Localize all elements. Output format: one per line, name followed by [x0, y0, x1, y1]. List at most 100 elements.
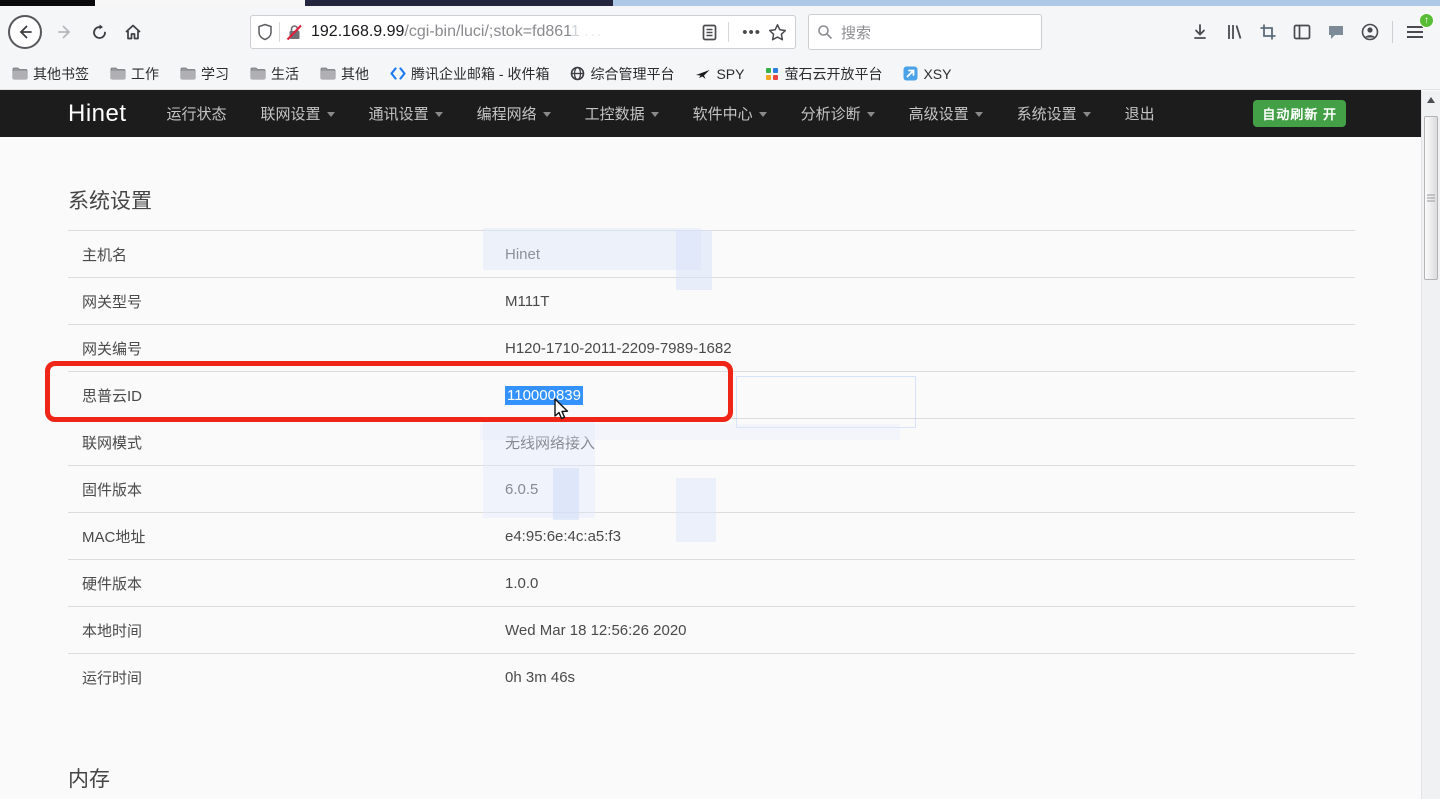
row-label: 固件版本 — [82, 479, 505, 500]
folder-icon — [12, 67, 28, 80]
back-button[interactable] — [8, 15, 42, 49]
page-actions-button[interactable]: ••• — [742, 24, 761, 41]
library-button[interactable] — [1217, 17, 1251, 47]
nav-item-label: 系统设置 — [1017, 103, 1077, 124]
home-button[interactable] — [116, 15, 150, 49]
chevron-down-icon — [759, 112, 767, 117]
window-top-strip — [0, 0, 1440, 6]
nav-item[interactable]: 分析诊断 — [801, 103, 875, 124]
bookmark-item[interactable]: SPY — [695, 66, 744, 82]
nav-item-label: 分析诊断 — [801, 103, 861, 124]
browser-toolbar: 192.168.9.99/cgi-bin/luci/;stok=fd8611 .… — [0, 6, 1440, 58]
url-text[interactable]: 192.168.9.99/cgi-bin/luci/;stok=fd8611 .… — [311, 23, 701, 41]
update-badge-icon: ↑ — [1419, 13, 1434, 28]
bookmark-item[interactable]: 综合管理平台 — [570, 64, 674, 84]
nav-item[interactable]: 工控数据 — [585, 103, 659, 124]
account-button[interactable] — [1353, 17, 1387, 47]
bookmark-label: 综合管理平台 — [590, 64, 674, 84]
download-icon — [1191, 23, 1209, 41]
nav-item[interactable]: 运行状态 — [167, 103, 227, 124]
folder-icon — [320, 67, 336, 80]
nav-item[interactable]: 退出 — [1125, 103, 1155, 124]
insecure-lock-icon[interactable] — [286, 24, 303, 41]
search-icon — [817, 24, 833, 40]
reload-icon — [91, 24, 108, 41]
scrollbar[interactable] — [1421, 91, 1440, 799]
toolbar-icons: ↑ — [1183, 17, 1432, 47]
bookmark-star-icon[interactable] — [768, 23, 787, 42]
bookmark-item[interactable]: 其他书签 — [12, 64, 89, 84]
pocket-button[interactable] — [1319, 17, 1353, 47]
scrollbar-up-arrow[interactable] — [1422, 91, 1440, 108]
nav-item-label: 通讯设置 — [369, 103, 429, 124]
tracking-shield-icon[interactable] — [257, 23, 273, 41]
nav-item[interactable]: 系统设置 — [1017, 103, 1091, 124]
bookmark-item[interactable]: 腾讯企业邮箱 - 收件箱 — [390, 64, 549, 84]
nav-item-label: 运行状态 — [167, 103, 227, 124]
selected-text[interactable]: 110000839 — [505, 386, 583, 405]
bookmark-label: 其他 — [341, 64, 369, 84]
memory-section-title: 内存 — [68, 763, 1355, 799]
bookmark-item[interactable]: 其他 — [320, 64, 369, 84]
reload-button[interactable] — [82, 15, 116, 49]
chevron-down-icon — [1083, 112, 1091, 117]
system-settings-table: 主机名Hinet网关型号M111T网关编号H120-1710-2011-2209… — [68, 230, 1355, 701]
auto-refresh-toggle[interactable]: 自动刷新 开 — [1253, 100, 1346, 127]
bookmark-item[interactable]: 学习 — [180, 64, 229, 84]
row-value: 无线网络接入 — [505, 432, 595, 453]
chevron-down-icon — [543, 112, 551, 117]
screenshot-button[interactable] — [1251, 17, 1285, 47]
tencent-mail-icon — [390, 67, 406, 80]
row-label: 硬件版本 — [82, 573, 505, 594]
url-bar[interactable]: 192.168.9.99/cgi-bin/luci/;stok=fd8611 .… — [250, 15, 796, 49]
table-row: 硬件版本1.0.0 — [68, 560, 1355, 607]
scrollbar-thumb[interactable] — [1424, 116, 1438, 280]
plane-icon — [695, 67, 711, 81]
bookmark-item[interactable]: 工作 — [110, 64, 159, 84]
bookmark-label: 萤石云开放平台 — [784, 64, 882, 84]
chat-bubble-icon — [1327, 24, 1345, 40]
row-value: H120-1710-2011-2209-7989-1682 — [505, 340, 732, 357]
bookmark-label: XSY — [923, 66, 951, 82]
table-row: MAC地址e4:95:6e:4c:a5:f3 — [68, 513, 1355, 560]
row-label: 主机名 — [82, 244, 505, 265]
downloads-button[interactable] — [1183, 17, 1217, 47]
menu-button[interactable]: ↑ — [1398, 17, 1432, 47]
nav-item[interactable]: 通讯设置 — [369, 103, 443, 124]
table-row: 主机名Hinet — [68, 231, 1355, 278]
bookmark-item[interactable]: 生活 — [250, 64, 299, 84]
bookmark-label: 工作 — [131, 64, 159, 84]
scrollbar-grip — [1427, 193, 1435, 204]
row-value: 6.0.5 — [505, 481, 538, 498]
search-placeholder: 搜索 — [841, 22, 871, 43]
row-label: MAC地址 — [82, 526, 505, 547]
bookmarks-bar: 其他书签 工作 学习 生活 其他 腾讯企业邮箱 - 收件箱 综合管理平台 SPY 萤石云开放平台… — [0, 58, 1440, 90]
window-strip-segment — [95, 0, 305, 6]
row-label: 网关型号 — [82, 291, 505, 312]
table-row: 思普云ID110000839 — [68, 372, 1355, 419]
nav-item[interactable]: 高级设置 — [909, 103, 983, 124]
table-row: 网关编号H120-1710-2011-2209-7989-1682 — [68, 325, 1355, 372]
search-input[interactable]: 搜索 — [808, 14, 1042, 50]
bookmark-item[interactable]: XSY — [903, 66, 951, 82]
reader-view-icon[interactable] — [701, 24, 718, 41]
nav-menu: 运行状态 联网设置 通讯设置 编程网络 工控数据 软件中心 分析诊断 高级设置 系统设置 退出 — [167, 103, 1189, 124]
page-content: 系统设置 主机名Hinet网关型号M111T网关编号H120-1710-2011… — [0, 137, 1440, 799]
blue-arrow-icon — [903, 66, 918, 81]
nav-item[interactable]: 编程网络 — [477, 103, 551, 124]
toolbar-divider — [1392, 21, 1393, 43]
bookmark-item[interactable]: 萤石云开放平台 — [765, 64, 882, 84]
nav-item[interactable]: 联网设置 — [261, 103, 335, 124]
chevron-down-icon — [327, 112, 335, 117]
page-title: 系统设置 — [68, 185, 1355, 215]
forward-button[interactable] — [48, 15, 82, 49]
home-icon — [124, 23, 142, 41]
bookmark-label: SPY — [716, 66, 744, 82]
chevron-down-icon — [435, 112, 443, 117]
row-value: 1.0.0 — [505, 575, 538, 592]
row-label: 思普云ID — [82, 385, 505, 406]
nav-item[interactable]: 软件中心 — [693, 103, 767, 124]
brand-logo[interactable]: Hinet — [68, 100, 127, 128]
row-label: 运行时间 — [82, 667, 505, 688]
sidebar-button[interactable] — [1285, 17, 1319, 47]
